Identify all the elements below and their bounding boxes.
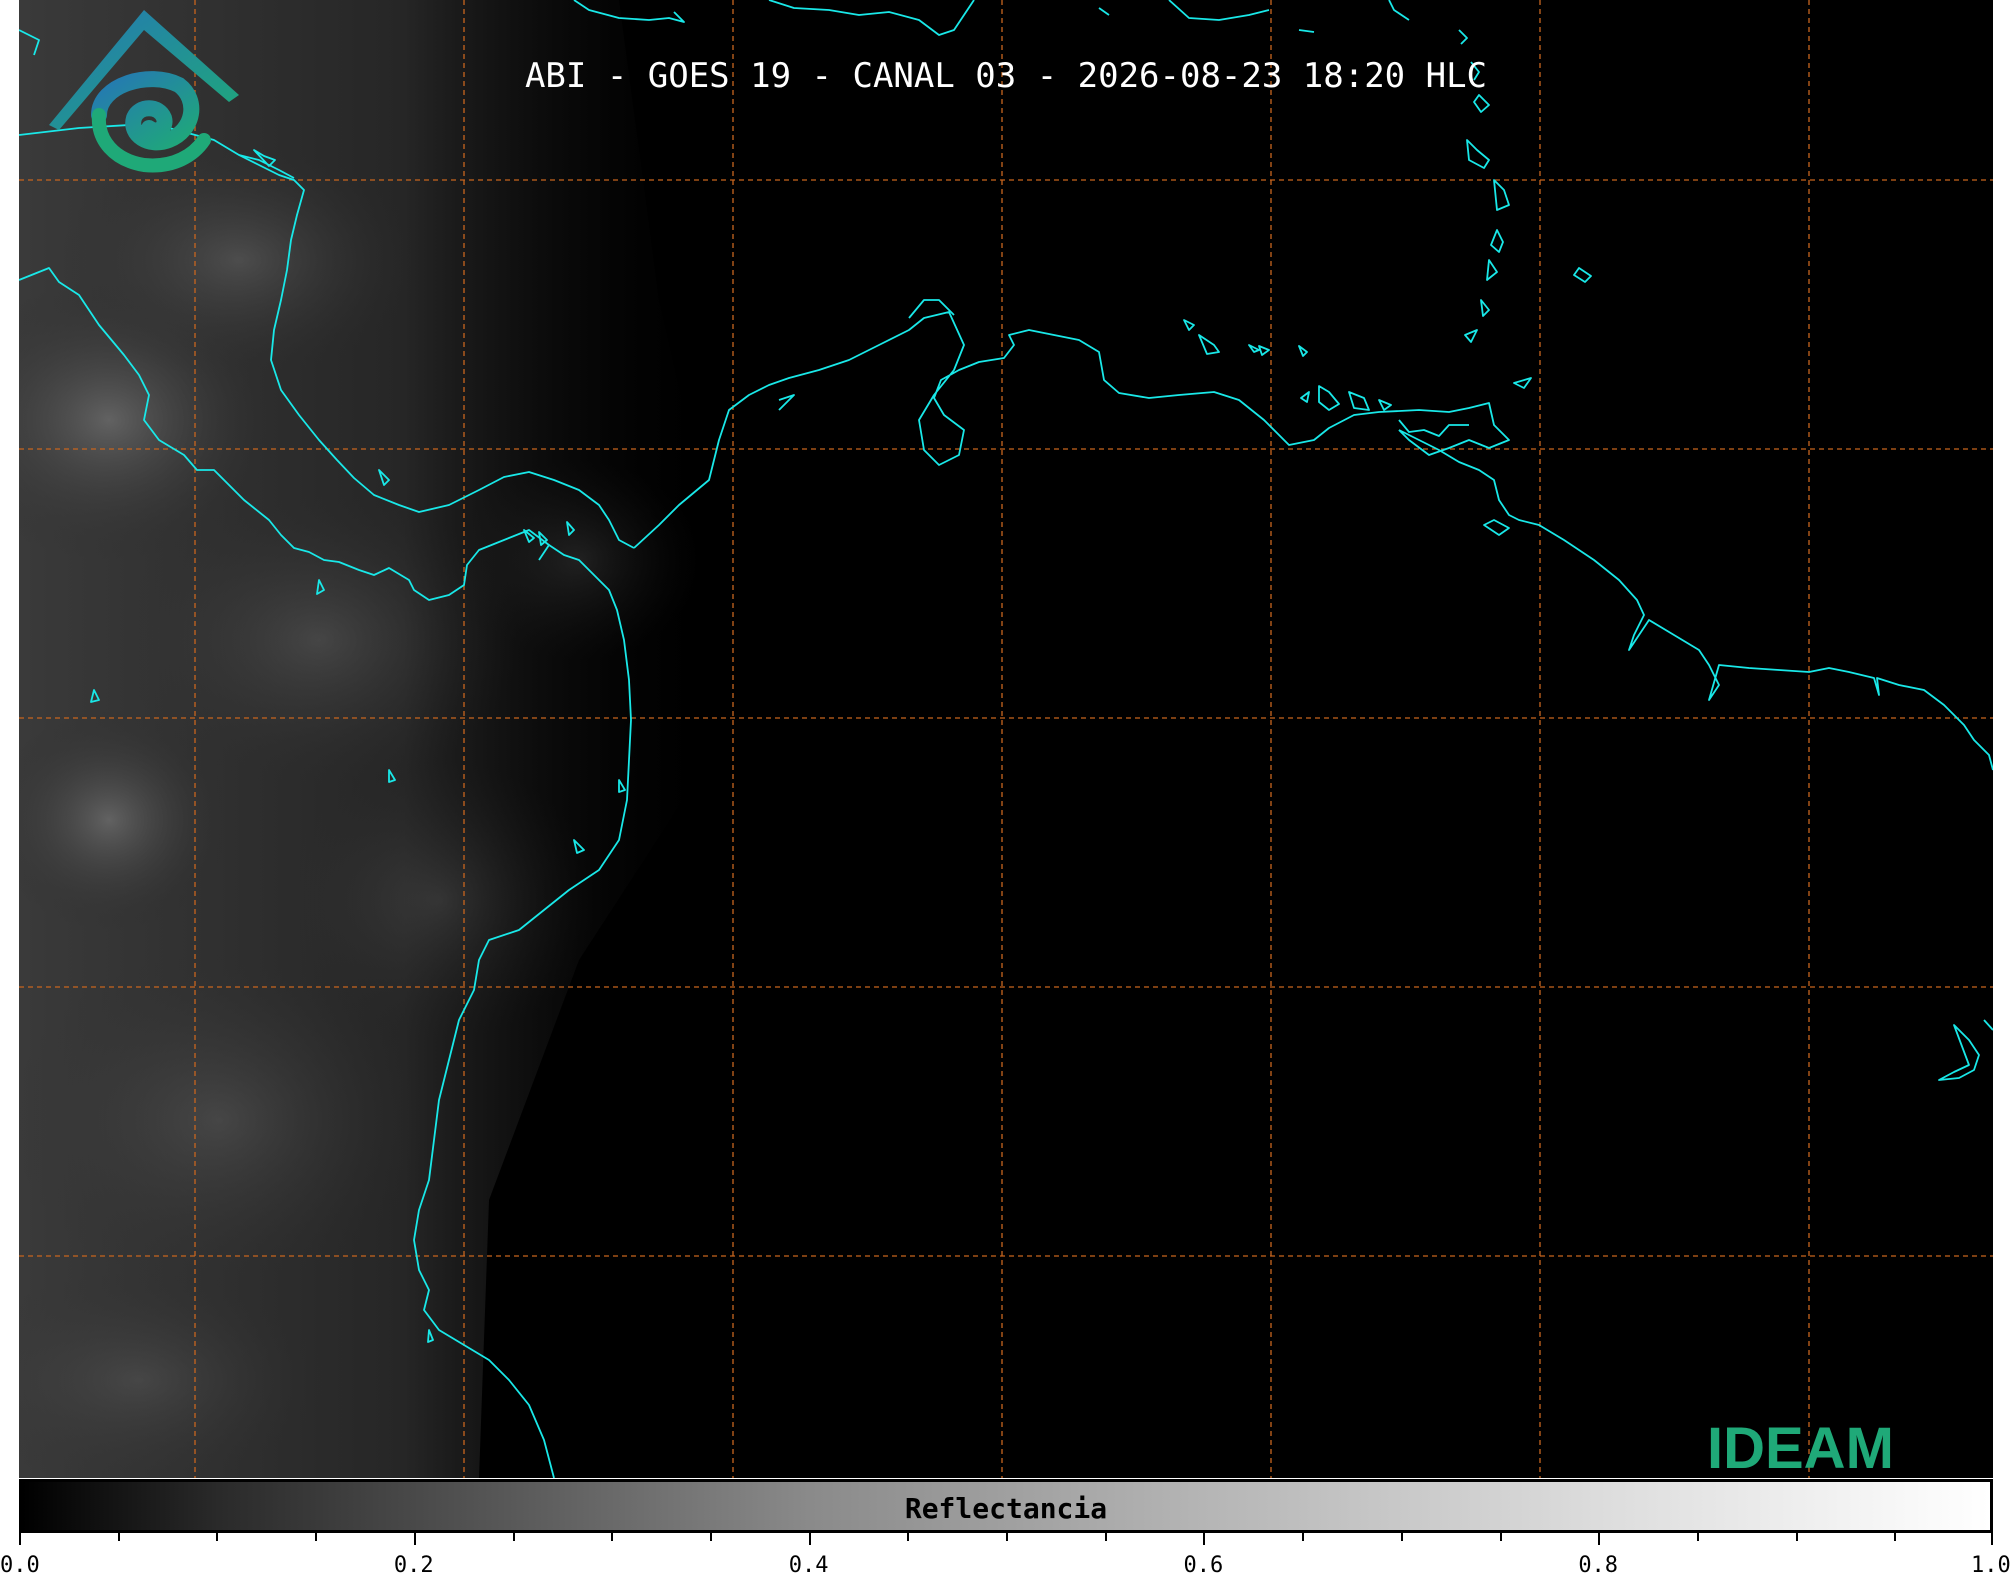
colorbar-major-tick — [1203, 1533, 1205, 1545]
colorbar-major-tick — [1598, 1533, 1600, 1545]
colorbar-tick-label: 0.0 — [0, 1553, 40, 1578]
image-title: ABI - GOES 19 - CANAL 03 - 2026-08-23 18… — [524, 56, 1488, 96]
colorbar-minor-tick — [1500, 1533, 1502, 1541]
satellite-map: ABI - GOES 19 - CANAL 03 - 2026-08-23 18… — [19, 0, 1993, 1478]
colorbar-major-tick — [414, 1533, 416, 1545]
colorbar-minor-tick — [315, 1533, 317, 1541]
colorbar-minor-tick — [1401, 1533, 1403, 1541]
colorbar-minor-tick — [907, 1533, 909, 1541]
colorbar-major-tick — [19, 1533, 21, 1545]
ideam-logo-text: IDEAM — [1707, 1416, 1894, 1478]
colorbar-minor-tick — [513, 1533, 515, 1541]
colorbar-major-tick — [1991, 1533, 1993, 1545]
colorbar-label: Reflectancia — [904, 1492, 1108, 1525]
colorbar-minor-tick — [1796, 1533, 1798, 1541]
colorbar-minor-tick — [1697, 1533, 1699, 1541]
colorbar: Reflectancia — [19, 1479, 1993, 1533]
colorbar-tick-label: 0.4 — [788, 1553, 829, 1578]
colorbar-tick-label: 1.0 — [1971, 1553, 2011, 1578]
colorbar-minor-tick — [611, 1533, 613, 1541]
colorbar-major-tick — [809, 1533, 811, 1545]
colorbar-tick-label: 0.6 — [1183, 1553, 1224, 1578]
colorbar-tick-label: 0.8 — [1578, 1553, 1619, 1578]
colorbar-minor-tick — [1894, 1533, 1896, 1541]
map-canvas — [19, 0, 1993, 1478]
colorbar-minor-tick — [1006, 1533, 1008, 1541]
colorbar-tick-label: 0.2 — [393, 1553, 434, 1578]
colorbar-ticks: 0.0 0.2 0.4 0.6 0.8 1.0 — [0, 1533, 2011, 1578]
colorbar-minor-tick — [216, 1533, 218, 1541]
colorbar-minor-tick — [710, 1533, 712, 1541]
colorbar-minor-tick — [118, 1533, 120, 1541]
ideam-logo-icon — [49, 10, 239, 173]
colorbar-minor-tick — [1302, 1533, 1304, 1541]
colorbar-minor-tick — [1105, 1533, 1107, 1541]
